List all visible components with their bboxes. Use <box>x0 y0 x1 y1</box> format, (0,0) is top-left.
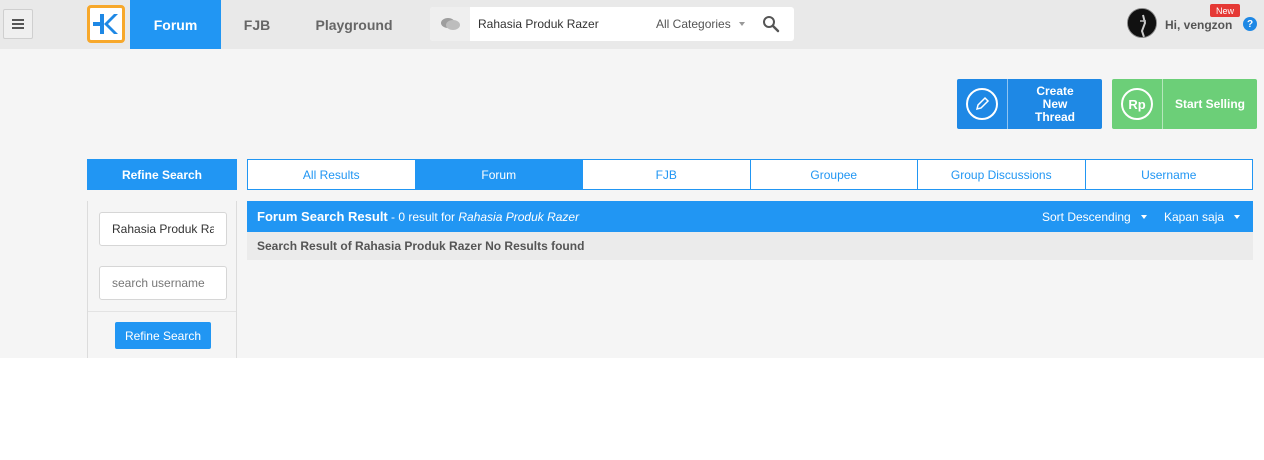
kaskus-logo-mark <box>93 14 118 34</box>
results-body: Search Result of Rahasia Produk Razer No… <box>247 232 1253 260</box>
pencil-glyph <box>975 96 990 111</box>
chevron-down-icon <box>739 22 745 26</box>
tab-groupee[interactable]: Groupee <box>751 160 918 189</box>
help-icon[interactable]: ? <box>1243 17 1257 31</box>
menu-button[interactable] <box>3 9 33 39</box>
sort-label: Sort Descending <box>1042 210 1131 224</box>
top-navbar: Forum FJB Playground All Categories <box>0 0 1264 49</box>
tab-all-results[interactable]: All Results <box>248 160 416 189</box>
pencil-icon <box>966 88 998 120</box>
avatar[interactable] <box>1127 8 1157 38</box>
tab-fjb[interactable]: FJB <box>583 160 751 189</box>
nav-tab-playground[interactable]: Playground <box>300 0 408 49</box>
results-query: Rahasia Produk Razer <box>458 210 580 224</box>
refine-search-panel: Refine Search <box>87 201 237 358</box>
tab-username[interactable]: Username <box>1086 160 1253 189</box>
refine-search-button[interactable]: Refine Search <box>115 322 211 349</box>
page: Forum FJB Playground All Categories <box>0 0 1264 358</box>
start-selling-label: Start Selling <box>1174 96 1245 111</box>
tab-group-discussions[interactable]: Group Discussions <box>918 160 1086 189</box>
search-icon[interactable] <box>762 15 780 33</box>
create-thread-label: Create New Thread <box>1034 83 1075 124</box>
username-field[interactable] <box>99 266 227 300</box>
search-input[interactable] <box>478 7 648 41</box>
results-header: Forum Search Result - 0 result for Rahas… <box>247 201 1253 232</box>
refine-search-heading: Refine Search <box>87 159 237 190</box>
chevron-down-icon <box>1234 215 1241 219</box>
chat-bubbles-glyph <box>441 18 460 30</box>
results-meta: - 0 result for Rahasia Produk Razer <box>391 210 579 224</box>
nav-tab-forum[interactable]: Forum <box>130 0 221 49</box>
avatar-image <box>1128 9 1156 37</box>
divider <box>88 311 236 312</box>
no-results-message: Search Result of Rahasia Produk Razer No… <box>257 239 585 253</box>
chat-bubble-icon[interactable] <box>430 7 470 41</box>
results-title: Forum Search Result <box>257 209 388 224</box>
kaskus-logo[interactable] <box>87 5 125 43</box>
start-selling-button[interactable]: Rp Start Selling <box>1112 79 1257 129</box>
create-thread-button[interactable]: Create New Thread <box>957 79 1102 129</box>
time-dropdown[interactable]: Kapan saja <box>1164 210 1241 224</box>
rupiah-icon: Rp <box>1121 88 1153 120</box>
search-bar: All Categories <box>430 7 794 41</box>
keyword-field[interactable] <box>99 212 227 246</box>
tab-forum[interactable]: Forum <box>415 160 583 189</box>
time-label: Kapan saja <box>1164 210 1225 224</box>
new-badge: New <box>1210 4 1240 17</box>
start-selling-icon-area: Rp <box>1112 79 1163 129</box>
sort-dropdown[interactable]: Sort Descending <box>1042 210 1147 224</box>
user-greeting[interactable]: Hi, vengzon <box>1165 18 1232 32</box>
hamburger-icon <box>12 19 24 29</box>
category-select[interactable]: All Categories <box>656 17 731 31</box>
nav-tab-fjb[interactable]: FJB <box>231 0 283 49</box>
create-thread-icon-area <box>957 79 1008 129</box>
result-tabs: All Results Forum FJB Groupee Group Disc… <box>247 159 1253 190</box>
results-count: - 0 result for <box>391 210 459 224</box>
chevron-down-icon <box>1140 215 1147 219</box>
